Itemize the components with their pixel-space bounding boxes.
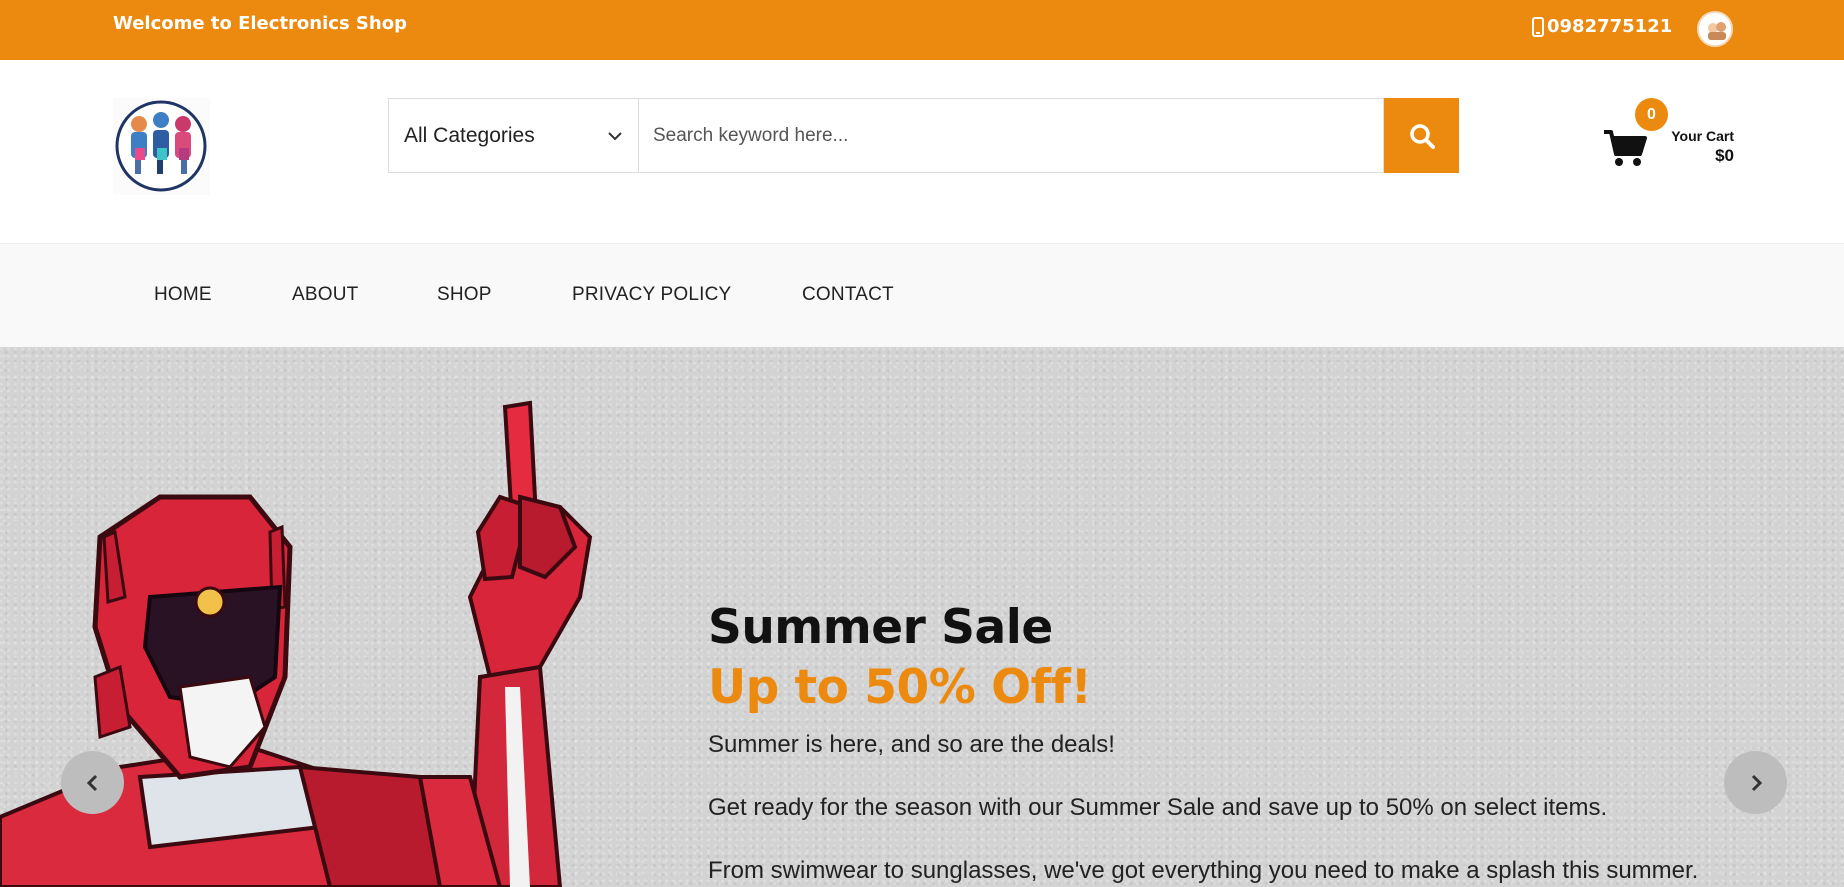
search-input[interactable]: Search keyword here... bbox=[638, 98, 1384, 173]
nav-item-home[interactable]: HOME bbox=[154, 284, 212, 306]
hero-paragraph-2: Get ready for the season with our Summer… bbox=[708, 794, 1608, 821]
logo-image bbox=[115, 100, 207, 192]
cart-label: Your Cart bbox=[1671, 128, 1734, 144]
hero-paragraph-3: From swimwear to sunglasses, we've got e… bbox=[708, 857, 1699, 884]
mobile-phone-icon bbox=[1532, 16, 1544, 37]
chevron-right-icon bbox=[1751, 774, 1762, 791]
nav-item-contact[interactable]: CONTACT bbox=[802, 284, 894, 306]
top-bar: Welcome to Electronics Shop 0982775121 bbox=[0, 0, 1844, 60]
header: All Categories Search keyword here... 0 … bbox=[0, 60, 1844, 243]
nav-item-privacy-policy[interactable]: PRIVACY POLICY bbox=[572, 284, 731, 306]
cart-total: $0 bbox=[1715, 146, 1734, 165]
cart-count-badge: 0 bbox=[1635, 98, 1668, 131]
hero-content: Summer Sale Up to 50% Off! Summer is her… bbox=[708, 599, 1808, 885]
chevron-down-icon bbox=[608, 131, 622, 140]
hero-paragraph-1: Summer is here, and so are the deals! bbox=[708, 731, 1115, 758]
nav-item-shop[interactable]: SHOP bbox=[437, 284, 492, 306]
nav-item-about[interactable]: ABOUT bbox=[292, 284, 358, 306]
slider-prev-button[interactable] bbox=[61, 751, 124, 814]
phone-link[interactable]: 0982775121 bbox=[1532, 16, 1672, 37]
hero-title: Summer Sale bbox=[708, 600, 1053, 655]
hero-slider: Summer Sale Up to 50% Off! Summer is her… bbox=[0, 347, 1844, 887]
search-placeholder: Search keyword here... bbox=[653, 124, 849, 146]
chevron-left-icon bbox=[86, 774, 97, 791]
search-bar: All Categories Search keyword here... bbox=[388, 98, 1459, 173]
hero-subtitle: Up to 50% Off! bbox=[708, 660, 1092, 715]
search-icon bbox=[1409, 123, 1435, 149]
avatar-image bbox=[1700, 14, 1731, 45]
phone-number: 0982775121 bbox=[1547, 16, 1673, 37]
category-select[interactable]: All Categories bbox=[388, 98, 638, 173]
welcome-text: Welcome to Electronics Shop bbox=[113, 13, 407, 34]
slider-next-button[interactable] bbox=[1724, 751, 1787, 814]
cart-widget[interactable]: 0 Your Cart $0 bbox=[1602, 98, 1734, 178]
shopping-cart-icon bbox=[1604, 130, 1647, 166]
main-nav: HOME ABOUT SHOP PRIVACY POLICY CONTACT bbox=[0, 243, 1844, 347]
avatar[interactable] bbox=[1697, 11, 1733, 47]
shop-logo[interactable] bbox=[113, 98, 210, 195]
search-button[interactable] bbox=[1384, 98, 1459, 173]
category-select-value: All Categories bbox=[404, 123, 535, 147]
